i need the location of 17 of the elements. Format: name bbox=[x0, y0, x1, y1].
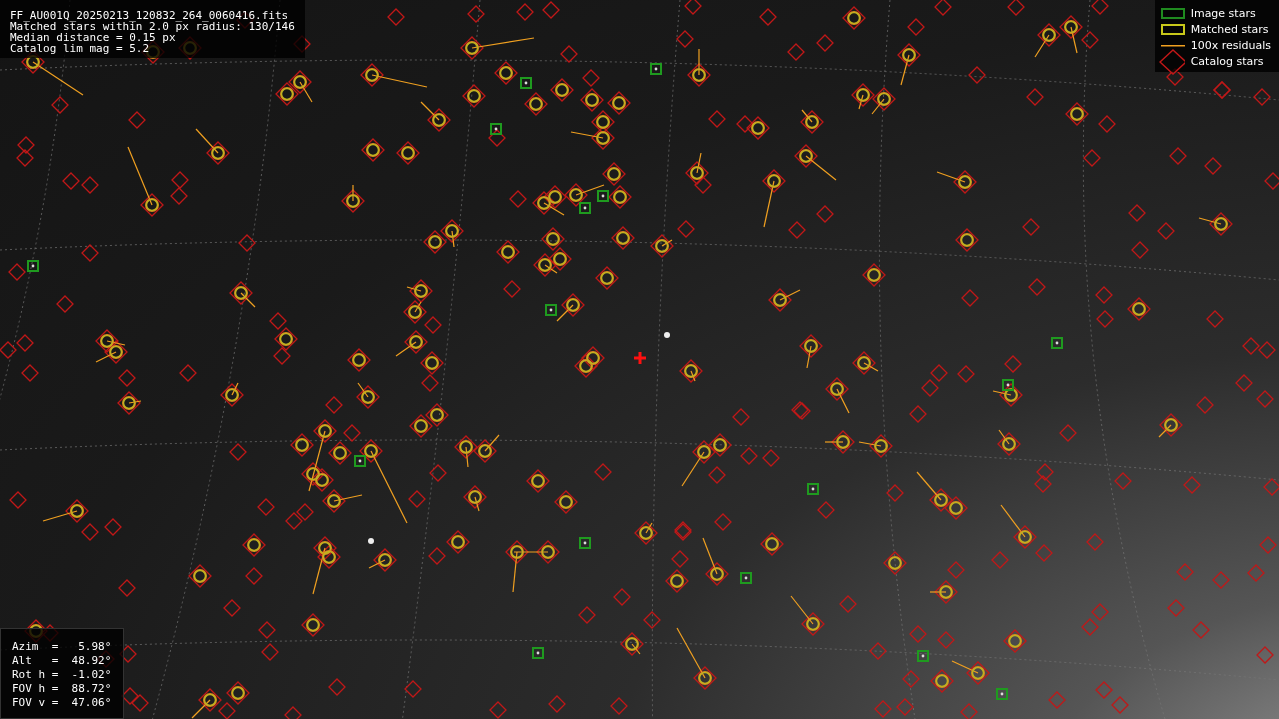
pointing-text: Alt = 48.92° bbox=[12, 655, 112, 666]
pointing-text: Azim = 5.98° bbox=[12, 641, 112, 652]
legend-label: 100x residuals bbox=[1190, 39, 1271, 52]
legend-label: Catalog stars bbox=[1190, 55, 1264, 68]
pointing-text: FOV h = 88.72° bbox=[12, 683, 112, 694]
info-text: FF_AU001Q_20250213_120832_264_0060416.fits bbox=[10, 10, 290, 21]
legend-label: Image stars bbox=[1190, 7, 1256, 20]
square-marker-icon bbox=[1160, 24, 1185, 35]
pointing-text: Rot h = -1.02° bbox=[12, 669, 112, 680]
legend-label: Matched stars bbox=[1190, 23, 1269, 36]
info-text: Matched stars within 2.0 px radius: 130/146 bbox=[10, 21, 295, 32]
info-text: Median distance = 0.15 px bbox=[10, 32, 176, 43]
info-text: Catalog lim mag = 5.2 bbox=[10, 43, 151, 54]
diamond-marker-icon bbox=[1158, 48, 1185, 75]
pointing-text: FOV v = 47.06° bbox=[12, 697, 112, 708]
line-marker-icon bbox=[1160, 44, 1185, 47]
square-marker-icon bbox=[1160, 8, 1185, 19]
